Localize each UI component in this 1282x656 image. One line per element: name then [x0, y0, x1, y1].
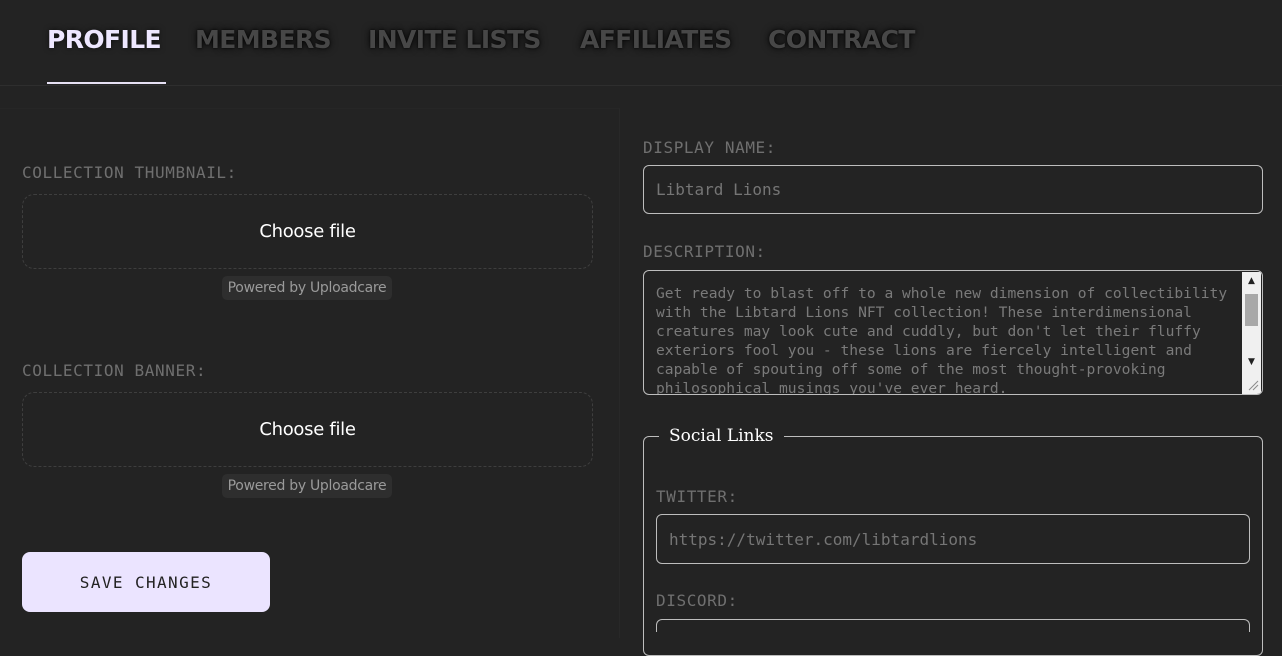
description-textarea[interactable]: Get ready to blast off to a whole new di…: [643, 270, 1263, 395]
thumbnail-upload-dropzone[interactable]: Choose file: [22, 194, 593, 269]
display-name-input[interactable]: [643, 165, 1263, 214]
thumbnail-powered-by-badge[interactable]: Powered by Uploadcare: [222, 276, 392, 300]
tab-affiliates[interactable]: AFFILIATES: [580, 22, 732, 58]
tab-contract[interactable]: CONTRACT: [768, 22, 915, 58]
tab-members[interactable]: MEMBERS: [195, 22, 332, 58]
description-label: DESCRIPTION:: [643, 242, 766, 261]
scrollbar-thumb[interactable]: [1245, 294, 1258, 326]
top-nav: PROFILE MEMBERS INVITE LISTS AFFILIATES …: [0, 0, 1282, 86]
discord-input[interactable]: [656, 619, 1250, 632]
save-changes-button[interactable]: SAVE CHANGES: [22, 552, 270, 612]
banner-choose-file-button[interactable]: Choose file: [259, 419, 356, 440]
banner-upload-dropzone[interactable]: Choose file: [22, 392, 593, 467]
scroll-up-arrow-icon[interactable]: ▲: [1242, 272, 1261, 289]
description-text: Get ready to blast off to a whole new di…: [656, 285, 1228, 395]
thumbnail-choose-file-button[interactable]: Choose file: [259, 221, 356, 242]
twitter-input[interactable]: [656, 514, 1250, 564]
social-links-legend: Social Links: [659, 426, 784, 446]
discord-label: DISCORD:: [656, 591, 738, 610]
tab-invite-lists[interactable]: INVITE LISTS: [368, 22, 541, 58]
resize-grip-icon[interactable]: [1243, 373, 1261, 393]
active-tab-indicator: [47, 82, 166, 84]
banner-label: COLLECTION BANNER:: [22, 361, 207, 380]
thumbnail-label: COLLECTION THUMBNAIL:: [22, 163, 237, 182]
banner-powered-by-badge[interactable]: Powered by Uploadcare: [222, 474, 392, 498]
scroll-down-arrow-icon[interactable]: ▼: [1242, 353, 1261, 370]
tab-profile[interactable]: PROFILE: [47, 22, 162, 58]
twitter-label: TWITTER:: [656, 487, 738, 506]
display-name-label: DISPLAY NAME:: [643, 138, 777, 157]
